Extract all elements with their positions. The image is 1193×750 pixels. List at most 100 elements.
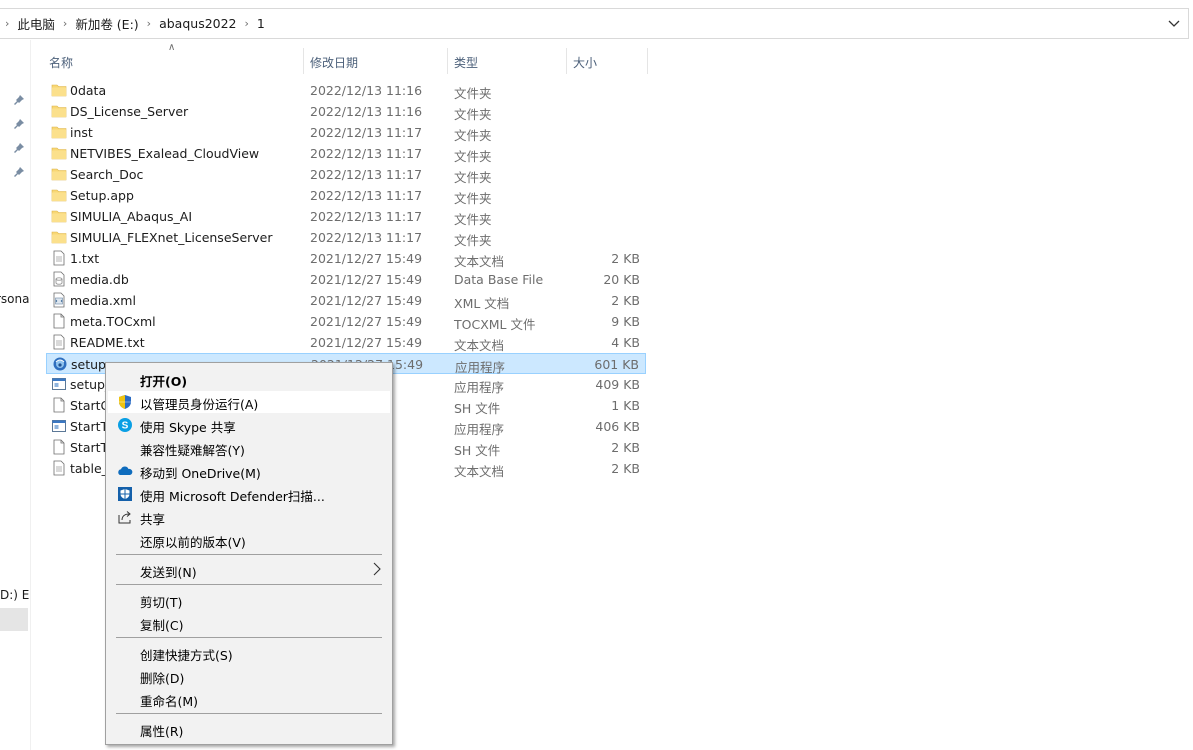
file-name[interactable]: SIMULIA_FLEXnet_LicenseServer: [70, 230, 273, 245]
file-size: 9 KB: [611, 314, 640, 329]
file-name[interactable]: StartT: [70, 440, 108, 455]
nav-item-selected[interactable]: [0, 608, 28, 631]
menu-item-skype[interactable]: S 使用 Skype 共享: [108, 414, 390, 436]
file-name[interactable]: SIMULIA_Abaqus_AI: [70, 209, 192, 224]
file-row[interactable]: meta.TOCxml 2021/12/27 15:49 TOCXML 文件 9 KB: [46, 311, 646, 332]
file-row[interactable]: 1.txt 2021/12/27 15:49 文本文档 2 KB: [46, 248, 646, 269]
file-type: 应用程序: [454, 380, 505, 395]
breadcrumb-this-pc[interactable]: 此电脑: [15, 14, 57, 33]
menu-item-c[interactable]: 复制(C): [108, 612, 390, 634]
menu-item-label: 属性(R): [140, 724, 184, 739]
file-name[interactable]: media.db: [70, 272, 129, 287]
file-name[interactable]: README.txt: [70, 335, 145, 350]
file-row[interactable]: README.txt 2021/12/27 15:49 文本文档 4 KB: [46, 332, 646, 353]
file-modified-date: 2022/12/13 11:17: [310, 230, 423, 245]
menu-item-label: 剪切(T): [140, 595, 183, 610]
file-row[interactable]: SIMULIA_FLEXnet_LicenseServer 2022/12/13 …: [46, 227, 646, 248]
column-divider[interactable]: [647, 48, 648, 74]
file-name[interactable]: inst: [70, 125, 93, 140]
file-type: 应用程序: [454, 422, 505, 437]
breadcrumb-separator-icon[interactable]: ›: [141, 17, 157, 30]
file-row[interactable]: NETVIBES_Exalead_CloudView 2022/12/13 11:…: [46, 143, 646, 164]
defender-icon: [117, 486, 133, 502]
file-modified-date: 2022/12/13 11:17: [310, 146, 423, 161]
file-size: 1 KB: [611, 398, 640, 413]
file-type: 文件夹: [454, 149, 492, 164]
file-name[interactable]: NETVIBES_Exalead_CloudView: [70, 146, 259, 161]
menu-item-t[interactable]: 剪切(T): [108, 589, 390, 611]
menu-item-v[interactable]: 还原以前的版本(V): [108, 529, 390, 551]
menu-item-y[interactable]: 兼容性疑难解答(Y): [108, 437, 390, 459]
folder-icon: [51, 166, 67, 182]
file-name[interactable]: meta.TOCxml: [70, 314, 156, 329]
pin-icon[interactable]: [13, 142, 25, 154]
skype-icon: S: [117, 417, 133, 433]
menu-item-label: 使用 Skype 共享: [140, 420, 236, 435]
column-header-name[interactable]: 名称: [46, 48, 303, 74]
pin-icon[interactable]: [13, 166, 25, 178]
file-size: 2 KB: [611, 251, 640, 266]
menu-item-microsoft-defender[interactable]: 使用 Microsoft Defender扫描...: [108, 483, 390, 505]
setup-exe-icon: [52, 356, 68, 372]
breadcrumb-separator-icon[interactable]: ›: [57, 17, 73, 30]
breadcrumb-separator-icon[interactable]: ›: [0, 17, 15, 30]
pin-icon[interactable]: [13, 118, 25, 130]
file-row[interactable]: 0data 2022/12/13 11:16 文件夹: [46, 80, 646, 101]
menu-item-label: 打开(O): [140, 374, 188, 389]
file-name[interactable]: DS_License_Server: [70, 104, 188, 119]
menu-item-n[interactable]: 发送到(N): [108, 559, 390, 581]
breadcrumb-separator-icon[interactable]: ›: [239, 17, 255, 30]
file-name[interactable]: 1.txt: [70, 251, 99, 266]
menu-item-a[interactable]: 以管理员身份运行(A): [108, 391, 390, 413]
nav-item-drive-d[interactable]: D:) E: [0, 588, 29, 602]
file-name[interactable]: table_: [70, 461, 108, 476]
column-header-size-label: 大小: [573, 56, 598, 70]
file-row[interactable]: DS_License_Server 2022/12/13 11:16 文件夹: [46, 101, 646, 122]
breadcrumb-abaqus[interactable]: abaqus2022: [157, 16, 238, 31]
file-modified-date: 2021/12/27 15:49: [310, 251, 423, 266]
file-size: 406 KB: [595, 419, 640, 434]
column-header-type[interactable]: 类型: [448, 48, 566, 74]
file-size: 409 KB: [595, 377, 640, 392]
context-menu[interactable]: 打开(O) 以管理员身份运行(A) S 使用 Skype 共享兼容性疑难解答(Y) 移动…: [105, 362, 393, 745]
file-row[interactable]: inst 2022/12/13 11:17 文件夹: [46, 122, 646, 143]
folder-icon: [51, 145, 67, 161]
menu-item-s[interactable]: 创建快捷方式(S): [108, 642, 390, 664]
file-name[interactable]: Search_Doc: [70, 167, 143, 182]
column-header-type-label: 类型: [454, 56, 479, 70]
chevron-down-icon[interactable]: [1166, 15, 1182, 31]
menu-item-onedrive-m[interactable]: 移动到 OneDrive(M): [108, 460, 390, 482]
file-row[interactable]: Search_Doc 2022/12/13 11:17 文件夹: [46, 164, 646, 185]
file-row[interactable]: media.xml 2021/12/27 15:49 XML 文档 2 KB: [46, 290, 646, 311]
column-header-date[interactable]: 修改日期: [304, 48, 447, 74]
menu-item-label: 使用 Microsoft Defender扫描...: [140, 489, 325, 504]
column-header-size[interactable]: 大小: [567, 48, 647, 74]
folder-icon: [51, 208, 67, 224]
file-row[interactable]: Setup.app 2022/12/13 11:17 文件夹: [46, 185, 646, 206]
menu-item-r[interactable]: 属性(R): [108, 718, 390, 740]
file-modified-date: 2021/12/27 15:49: [310, 293, 423, 308]
chevron-right-icon: [373, 562, 381, 576]
file-name[interactable]: media.xml: [70, 293, 136, 308]
navigation-pane[interactable]: rsona D:) E: [0, 40, 31, 750]
menu-item-6[interactable]: 共享: [108, 506, 390, 528]
pin-icon[interactable]: [13, 94, 25, 106]
file-type: SH 文件: [454, 401, 501, 416]
file-row[interactable]: SIMULIA_Abaqus_AI 2022/12/13 11:17 文件夹: [46, 206, 646, 227]
breadcrumb-drive[interactable]: 新加卷 (E:): [73, 14, 140, 33]
file-name[interactable]: 0data: [70, 83, 106, 98]
breadcrumb-current-folder[interactable]: 1: [255, 16, 267, 31]
address-bar[interactable]: › 此电脑 › 新加卷 (E:) › abaqus2022 › 1: [0, 8, 1189, 39]
file-row[interactable]: media.db 2021/12/27 15:49 Data Base File 20…: [46, 269, 646, 290]
nav-item-personal[interactable]: rsona: [0, 292, 30, 306]
file-name[interactable]: Setup.app: [70, 188, 134, 203]
breadcrumb: › 此电脑 › 新加卷 (E:) › abaqus2022 › 1: [0, 9, 267, 38]
file-name[interactable]: StartT: [70, 419, 108, 434]
file-type: XML 文档: [454, 296, 510, 311]
menu-item-label: 复制(C): [140, 618, 184, 633]
menu-item-o[interactable]: 打开(O): [108, 368, 390, 390]
menu-item-m[interactable]: 重命名(M): [108, 688, 390, 710]
file-type: 文件夹: [454, 233, 492, 248]
menu-item-label: 创建快捷方式(S): [140, 648, 233, 663]
menu-item-d[interactable]: 删除(D): [108, 665, 390, 687]
